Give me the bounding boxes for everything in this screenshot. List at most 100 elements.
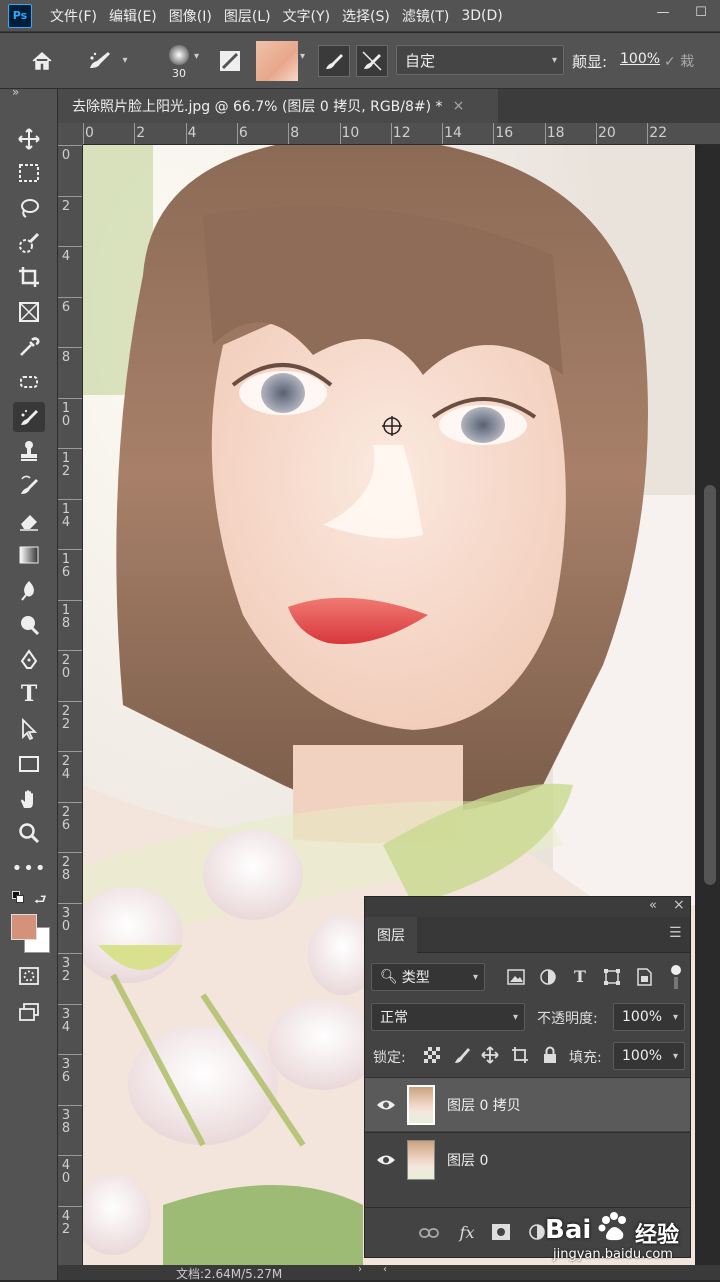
type-tool-icon[interactable]: T xyxy=(13,679,45,709)
brush-size-picker[interactable]: 30 xyxy=(152,39,206,85)
collapse-toolbox-icon[interactable]: » xyxy=(12,85,19,99)
layer-filter-dropdown[interactable]: 🔍︎ 类型 ▾ xyxy=(371,963,485,991)
ruler-tick-mark xyxy=(544,123,546,144)
clone-stamp-tool-icon[interactable] xyxy=(13,436,45,466)
opacity-field[interactable]: 100% ▾ xyxy=(613,1003,685,1031)
layer-row[interactable]: 图层 0 xyxy=(365,1132,690,1186)
menu-image[interactable]: 图像(I) xyxy=(169,6,212,26)
add-mask-icon[interactable] xyxy=(489,1222,513,1242)
sample-swatch[interactable] xyxy=(256,41,298,81)
minimize-button[interactable]: — xyxy=(644,0,682,24)
close-panel-icon[interactable]: × xyxy=(673,897,685,913)
eye-icon[interactable] xyxy=(365,1099,407,1111)
lock-artboard-icon[interactable] xyxy=(509,1045,531,1065)
pattern-icon[interactable] xyxy=(356,45,388,77)
document-title: 去除照片脸上阳光.jpg @ 66.7% (图层 0 拷贝, RGB/8#) * xyxy=(72,99,443,115)
eyedropper-tool-icon[interactable] xyxy=(13,332,45,362)
menu-file[interactable]: 文件(F) xyxy=(50,6,97,26)
quick-mask-icon[interactable] xyxy=(13,961,45,991)
scrollbar-thumb[interactable] xyxy=(704,485,716,885)
home-icon[interactable] xyxy=(26,47,58,75)
path-selection-tool-icon[interactable] xyxy=(13,714,45,744)
scroll-left-icon[interactable]: ‹ xyxy=(383,1264,387,1275)
blur-tool-icon[interactable] xyxy=(13,575,45,605)
filter-type-icon[interactable]: T xyxy=(569,965,591,987)
mode-toggle-icon[interactable] xyxy=(216,47,244,75)
spot-healing-tool-icon[interactable] xyxy=(13,367,45,397)
filter-shape-icon[interactable] xyxy=(601,967,623,987)
ruler-tick-label: 4 xyxy=(61,249,71,264)
pen-tool-icon[interactable] xyxy=(13,645,45,675)
layers-panel: « × 图层 ☰ 🔍︎ 类型 ▾ T 正常 ▾ 不透明度: 100% ▾ 锁定:… xyxy=(364,896,691,1258)
foreground-color-swatch[interactable] xyxy=(11,914,37,940)
filter-pixel-icon[interactable] xyxy=(505,967,527,987)
screen-mode-icon[interactable] xyxy=(13,997,45,1027)
panel-menu-icon[interactable]: ☰ xyxy=(669,925,682,941)
lock-position-icon[interactable] xyxy=(479,1045,501,1065)
menu-3d[interactable]: 3D(D) xyxy=(461,8,502,24)
filter-toggle-switch[interactable] xyxy=(671,965,683,989)
collapse-panel-icon[interactable]: « xyxy=(649,898,657,913)
maximize-button[interactable]: ☐ xyxy=(682,0,720,24)
ruler-tick-label: 12 xyxy=(61,451,71,479)
sample-source-icon[interactable] xyxy=(318,45,350,77)
crop-tool-icon[interactable] xyxy=(13,262,45,292)
hand-tool-icon[interactable] xyxy=(13,784,45,814)
gradient-tool-icon[interactable] xyxy=(13,540,45,570)
menu-edit[interactable]: 编辑(E) xyxy=(109,6,157,26)
filter-adjustment-icon[interactable] xyxy=(537,967,559,987)
ruler-tick-mark xyxy=(58,801,82,803)
lasso-tool-icon[interactable] xyxy=(13,193,45,223)
status-bar: 文档:2.64M/5.27M › ‹ xyxy=(58,1264,720,1281)
ruler-tick-label: 30 xyxy=(61,905,71,934)
frame-tool-icon[interactable] xyxy=(13,297,45,327)
horizontal-ruler[interactable]: 0 2 4 6 8 10 12 14 16 18 20 22 xyxy=(83,123,720,145)
document-tab[interactable]: 去除照片脸上阳光.jpg @ 66.7% (图层 0 拷贝, RGB/8#) *… xyxy=(58,89,498,123)
lock-pixels-icon[interactable] xyxy=(451,1045,473,1065)
fill-label: 填充: xyxy=(569,1050,602,1066)
fill-field[interactable]: 100% ▾ xyxy=(613,1042,685,1070)
close-tab-icon[interactable]: × xyxy=(453,98,465,114)
vertical-scrollbar[interactable] xyxy=(700,145,720,1265)
panel-header: « × xyxy=(365,897,690,917)
zoom-value[interactable]: 100% xyxy=(620,51,660,67)
ruler-tick-label: 18 xyxy=(61,602,71,631)
dodge-tool-icon[interactable] xyxy=(13,610,45,640)
default-colors-icon[interactable] xyxy=(12,891,24,903)
panel-tabs: 图层 ☰ xyxy=(365,917,690,953)
vertical-ruler[interactable]: 024681012141618202224262830323436384042 xyxy=(58,145,83,1265)
link-layers-icon[interactable] xyxy=(417,1224,441,1242)
ruler-tick-mark xyxy=(442,123,444,144)
lock-transparent-icon[interactable] xyxy=(421,1045,443,1065)
healing-brush-tool-icon[interactable] xyxy=(13,402,45,432)
status-menu-icon[interactable]: › xyxy=(358,1264,362,1275)
ruler-tick-mark xyxy=(58,195,82,197)
swap-colors-icon[interactable]: ⮐ xyxy=(34,889,47,913)
menu-filter[interactable]: 滤镜(T) xyxy=(402,6,449,26)
ruler-tick-label: 18 xyxy=(546,125,565,141)
filter-smart-object-icon[interactable] xyxy=(633,967,655,987)
blend-mode-dropdown[interactable]: 正常 ▾ xyxy=(371,1003,525,1031)
tab-layers[interactable]: 图层 xyxy=(365,917,417,953)
rectangle-tool-icon[interactable] xyxy=(13,749,45,779)
move-tool-icon[interactable] xyxy=(13,124,45,154)
history-brush-tool-icon[interactable] xyxy=(13,471,45,501)
layer-row[interactable]: 图层 0 拷贝 xyxy=(365,1077,690,1131)
eye-icon[interactable] xyxy=(365,1154,407,1166)
zoom-tool-icon[interactable] xyxy=(13,818,45,848)
ruler-tick-mark xyxy=(58,498,82,500)
search-icon: 🔍︎ xyxy=(380,969,398,985)
marquee-tool-icon[interactable] xyxy=(13,158,45,188)
quick-selection-tool-icon[interactable] xyxy=(13,228,45,258)
more-tools-icon[interactable]: ••• xyxy=(12,853,46,883)
menu-select[interactable]: 选择(S) xyxy=(342,6,390,26)
lock-all-icon[interactable] xyxy=(539,1045,561,1065)
watermark-brand: Bai xyxy=(545,1215,592,1245)
menu-type[interactable]: 文字(Y) xyxy=(283,6,330,26)
layer-style-icon[interactable]: fx xyxy=(455,1220,479,1244)
ruler-tick-label: 20 xyxy=(61,653,71,681)
preset-dropdown[interactable]: 自定 ▾ xyxy=(396,45,564,75)
menu-layer[interactable]: 图层(L) xyxy=(224,6,271,26)
eraser-tool-icon[interactable] xyxy=(13,506,45,536)
tool-preset-picker[interactable]: ▾ xyxy=(80,45,134,75)
